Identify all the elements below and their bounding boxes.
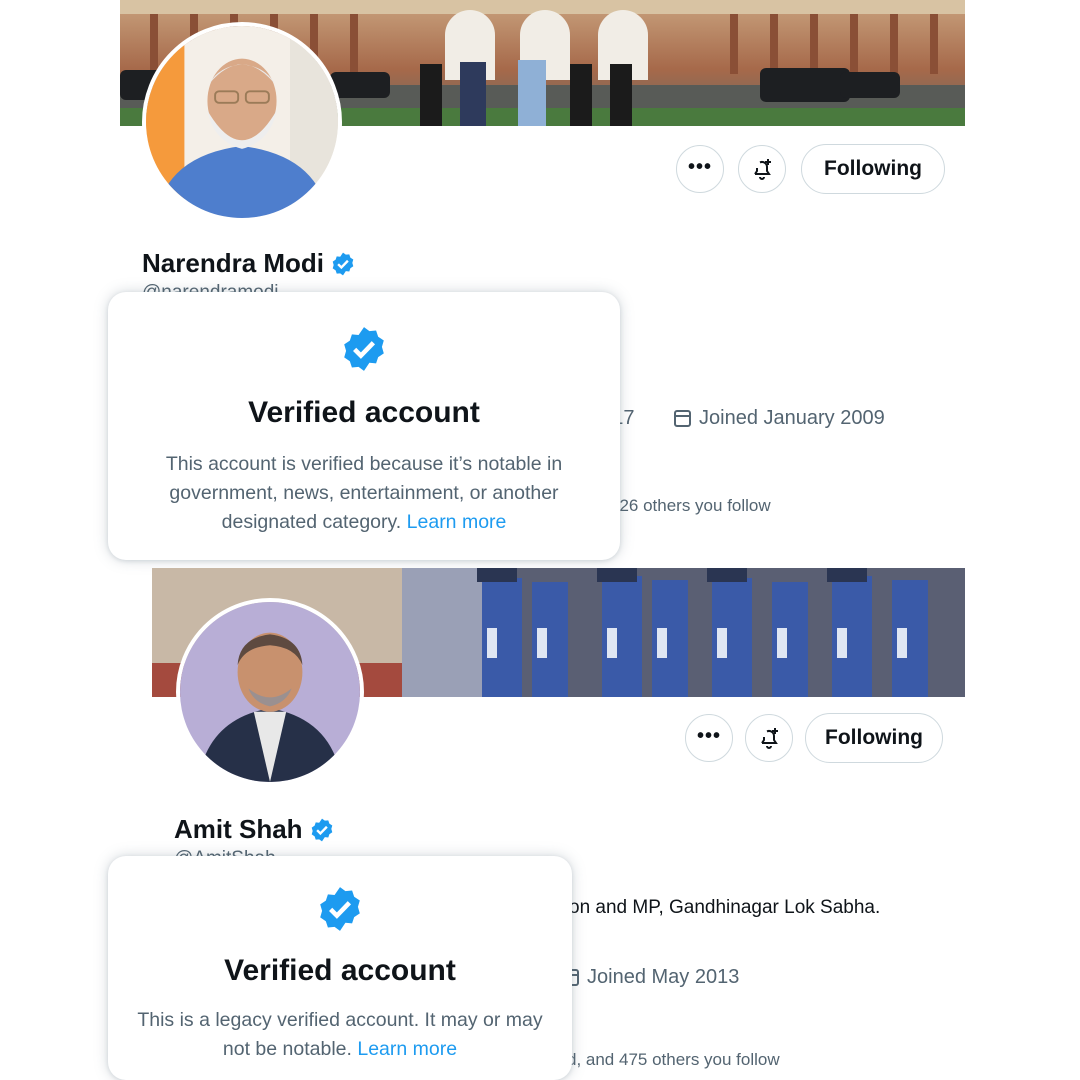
followers-you-know[interactable]: d, and 475 others you follow xyxy=(567,1050,780,1070)
verified-badge-icon xyxy=(344,327,384,371)
more-options-button[interactable]: ••• xyxy=(685,714,733,762)
verified-account-popup-2: Verified account This is a legacy verifi… xyxy=(108,856,572,1080)
followers-you-know[interactable]: 326 others you follow xyxy=(610,496,771,516)
verified-account-popup-1: Verified account This account is verifie… xyxy=(108,292,620,560)
popup-body: This is a legacy verified account. It ma… xyxy=(137,1009,543,1060)
learn-more-link[interactable]: Learn more xyxy=(407,511,507,533)
display-name: Narendra Modi xyxy=(142,248,325,278)
avatar-image-narendra-modi xyxy=(146,26,338,218)
popup-title: Verified account xyxy=(224,954,456,987)
more-options-button[interactable]: ••• xyxy=(676,145,724,193)
profile-name: Narendra Modi xyxy=(142,248,356,279)
following-button[interactable]: Following xyxy=(801,144,945,194)
more-horizontal-icon: ••• xyxy=(687,155,712,178)
joined-date: Joined January 2009 xyxy=(674,407,885,430)
bell-plus-icon xyxy=(754,159,771,180)
popup-body: This account is verified because it’s no… xyxy=(165,453,563,533)
notifications-button[interactable] xyxy=(745,714,793,762)
popup-title: Verified account xyxy=(248,396,480,429)
verified-badge-icon xyxy=(320,887,360,931)
profile-bio: on and MP, Gandhinagar Lok Sabha. xyxy=(569,897,881,918)
learn-more-link[interactable]: Learn more xyxy=(357,1038,457,1060)
display-name: Amit Shah xyxy=(174,814,303,844)
following-button[interactable]: Following xyxy=(805,713,943,763)
avatar-image-amit-shah xyxy=(180,602,360,782)
verified-badge-icon[interactable] xyxy=(309,817,335,843)
profile-name: Amit Shah xyxy=(174,814,335,845)
joined-date: Joined May 2013 xyxy=(562,966,739,989)
verified-badge-icon[interactable] xyxy=(330,251,356,277)
calendar-icon xyxy=(674,410,691,427)
notifications-button[interactable] xyxy=(738,145,786,193)
profile-avatar-2[interactable] xyxy=(176,598,364,786)
more-horizontal-icon: ••• xyxy=(696,724,721,747)
bell-plus-icon xyxy=(761,728,778,749)
profile-avatar-1[interactable] xyxy=(142,22,342,222)
